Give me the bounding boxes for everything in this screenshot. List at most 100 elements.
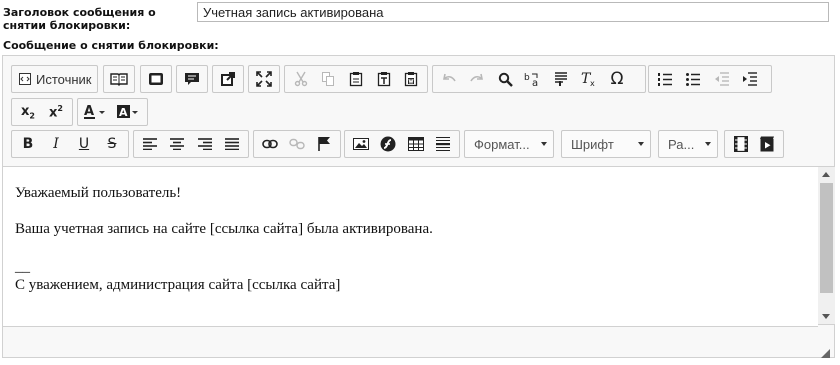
source-button[interactable]: Источник [14,67,96,91]
svg-text:b: b [524,73,530,83]
indent-button[interactable] [735,67,763,91]
strike-button[interactable]: S [98,132,126,156]
video-icon [733,136,748,152]
align-center-icon [170,138,185,150]
copy-button[interactable] [315,67,343,91]
align-right-button[interactable] [191,132,219,156]
toolbar-group-maximize [248,65,280,93]
source-icon [18,72,32,86]
strike-icon: S [107,136,117,152]
comment-icon [184,71,200,87]
outdent-button[interactable] [707,67,735,91]
source-label: Источник [36,71,92,87]
cut-button[interactable] [287,67,315,91]
content-body: Ваша учетная запись на сайте [ссылка сай… [15,221,433,237]
special-char-button[interactable]: Ω [603,67,631,91]
unlink-button[interactable] [283,132,310,156]
numbered-list-icon [658,72,672,86]
maximize-icon [256,71,272,87]
cut-icon [294,71,308,87]
toolbar-group-align [133,130,249,158]
justify-icon [225,138,240,150]
paste-word-button[interactable] [397,67,425,91]
toolbar-group-insert [344,130,460,158]
horizontal-rule-button[interactable] [430,132,458,156]
redo-icon [470,73,484,85]
special-char-icon: Ω [610,69,624,89]
find-icon [498,72,513,87]
indent-icon [742,72,757,86]
text-color-button[interactable]: A [80,100,113,124]
subscript-button[interactable]: x2 [14,100,42,124]
remove-format-button[interactable]: Tx [575,67,603,91]
external-link-button[interactable] [215,67,241,91]
underline-button[interactable]: U [70,132,98,156]
horizontal-rule-icon [436,136,451,152]
paste-icon [349,71,363,87]
toolbar-group-basicstyles: B I U S [11,130,129,158]
subscript-icon: x2 [21,103,35,121]
external-link-icon [220,71,236,87]
superscript-button[interactable]: x2 [42,100,70,124]
redo-button[interactable] [463,67,491,91]
anchor-icon [317,136,331,152]
paste-button[interactable] [342,67,370,91]
content-separator: __ [15,259,30,275]
toolbar-group-preview [140,65,172,93]
scroll-down-icon[interactable] [822,314,830,319]
select-all-icon [554,71,568,87]
align-center-button[interactable] [164,132,192,156]
preview-button[interactable] [143,67,169,91]
table-button[interactable] [402,132,430,156]
numbered-list-button[interactable] [651,67,679,91]
align-left-button[interactable] [136,132,164,156]
toolbar-group-comment [176,65,208,93]
paste-text-button[interactable] [370,67,398,91]
templates-icon [110,72,128,86]
resize-handle-icon[interactable] [820,343,830,358]
find-button[interactable] [491,67,519,91]
replace-icon: ba [524,71,542,87]
content-scrollbar[interactable] [818,166,835,325]
toolbar-group-editing: ba Tx Ω [432,65,646,93]
maximize-button[interactable] [251,67,277,91]
scrollbar-thumb[interactable] [820,183,833,293]
undo-icon [442,73,456,85]
anchor-button[interactable] [311,132,338,156]
justify-button[interactable] [219,132,247,156]
replace-button[interactable]: ba [519,67,547,91]
italic-icon: I [53,136,59,152]
image-button[interactable] [347,132,375,156]
link-button[interactable] [256,132,283,156]
preview-icon [148,71,164,87]
font-dropdown[interactable]: Шрифт [561,130,651,158]
size-dropdown[interactable]: Ра... [658,130,718,158]
unlink-icon [289,138,305,150]
select-all-button[interactable] [547,67,575,91]
scroll-up-icon[interactable] [822,172,830,177]
bold-button[interactable]: B [14,132,42,156]
media-button[interactable] [754,132,781,156]
editor-content[interactable]: Уважаемый пользователь! Ваша учетная зап… [3,166,818,327]
align-right-icon [197,138,212,150]
subject-input[interactable] [197,2,829,22]
toolbar-group-links [253,130,341,158]
font-dropdown-label: Шрифт [571,136,614,152]
content-greeting: Уважаемый пользователь! [15,185,182,201]
chevron-down-icon [541,142,547,146]
table-icon [407,137,424,151]
video-button[interactable] [727,132,754,156]
comment-button[interactable] [179,67,205,91]
bulleted-list-button[interactable] [679,67,707,91]
templates-button[interactable] [106,67,132,91]
toolbar-group-clipboard [284,65,428,93]
size-dropdown-label: Ра... [668,136,695,152]
bold-icon: B [22,136,34,152]
flash-button[interactable] [375,132,403,156]
copy-icon [321,71,335,87]
italic-button[interactable]: I [42,132,70,156]
undo-button[interactable] [435,67,463,91]
format-dropdown[interactable]: Формат... [464,130,554,158]
link-icon [261,139,278,149]
bg-color-button[interactable]: A [113,100,146,124]
